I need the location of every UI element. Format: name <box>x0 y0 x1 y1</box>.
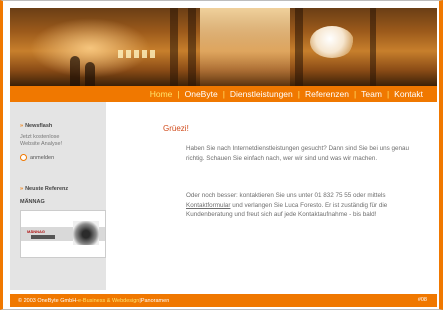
footer-bar: © 2003 OneByte GmbH - e-Business & Webde… <box>10 294 437 307</box>
footer-hit-counter: #08 <box>417 297 427 303</box>
main-navigation: Home | OneByte | Dienstleistungen | Refe… <box>10 86 437 102</box>
reference-thumbnail[interactable]: MÄNNAG <box>20 210 106 258</box>
nav-separator: | <box>177 89 180 99</box>
contact-form-link[interactable]: Kontaktformular <box>186 202 230 209</box>
intro-paragraph: Haben Sie nach Internetdienstleistungen … <box>186 145 409 162</box>
nav-separator: | <box>386 89 390 99</box>
reference-client-name: MÄNNAG <box>20 199 45 205</box>
newsflash-register-option[interactable]: anmelden <box>20 154 54 161</box>
reference-thumbnail-logo: MÄNNAG <box>27 229 45 234</box>
newsflash-text-line-2: Website Analyse! <box>20 141 63 147</box>
nav-separator: | <box>222 89 225 99</box>
main-content: Grüezi! Haben Sie nach Internetdienstlei… <box>106 102 437 290</box>
nav-item-onebyte[interactable]: OneByte <box>185 89 218 99</box>
footer-copyright: © 2003 OneByte GmbH <box>18 297 77 304</box>
reference-title: Neuste Referenz <box>20 186 68 192</box>
register-label[interactable]: anmelden <box>30 155 54 161</box>
contact-paragraph: Oder noch besser: kontaktieren Sie uns u… <box>186 192 388 218</box>
footer-link-panoramen[interactable]: Panoramen <box>141 298 169 304</box>
radio-circle-icon[interactable] <box>20 154 27 161</box>
sidebar <box>10 102 106 290</box>
nav-item-referenzen[interactable]: Referenzen <box>305 89 349 99</box>
greeting-heading: Grüezi! <box>163 124 189 133</box>
nav-item-dienstleistungen[interactable]: Dienstleistungen <box>230 89 293 99</box>
newsflash-title: Newsflash <box>20 123 52 129</box>
nav-item-home[interactable]: Home <box>150 89 173 99</box>
nav-item-team[interactable]: Team <box>361 89 382 99</box>
nav-item-kontakt[interactable]: Kontakt <box>394 89 423 99</box>
newsflash-text-line-1: Jetzt kostenlose <box>20 134 60 140</box>
nav-separator: | <box>297 89 300 99</box>
nav-separator: | <box>353 89 357 99</box>
footer-tagline: e-Business & Webdesign <box>78 297 140 304</box>
header-banner-image <box>10 8 437 86</box>
